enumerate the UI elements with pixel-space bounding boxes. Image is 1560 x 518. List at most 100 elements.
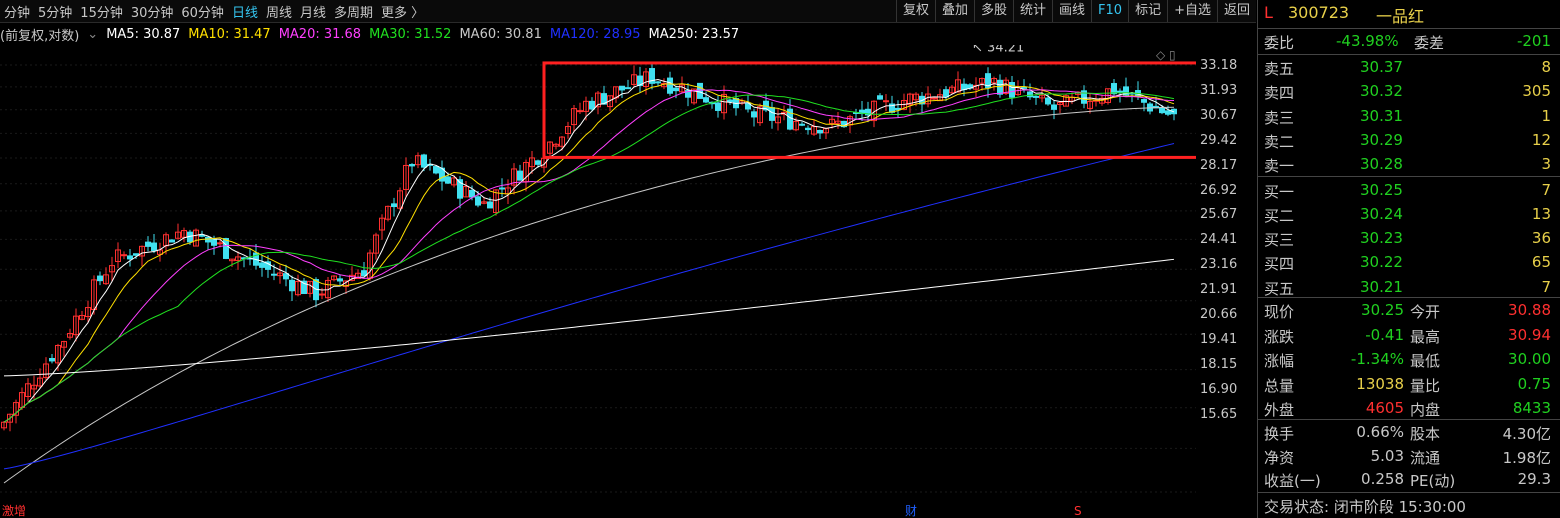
settings-icon: ◇ ▯	[1156, 48, 1176, 62]
tool-button[interactable]: F10	[1091, 0, 1128, 22]
candle-body	[1141, 99, 1147, 103]
ma120-line	[3, 142, 1175, 470]
candle-body	[145, 241, 151, 247]
candle-body	[619, 85, 625, 91]
bid-row[interactable]: 买五 30.21 7	[1258, 276, 1560, 299]
candle-body	[1159, 106, 1165, 114]
tool-button[interactable]: 叠加	[934, 0, 974, 22]
period-tab[interactable]: 60分钟	[177, 2, 228, 21]
level-volume: 305	[1522, 82, 1551, 101]
weibi-label: 委比	[1264, 34, 1295, 52]
period-tab[interactable]: 周线	[262, 2, 296, 21]
period-tab[interactable]: 分钟	[0, 2, 34, 21]
level-price: 30.32	[1360, 82, 1403, 101]
candle-body	[997, 79, 1003, 95]
adjust-mode-label[interactable]: (前复权,对数)	[0, 25, 79, 44]
level-label: 卖一	[1264, 157, 1295, 176]
price-tick-label: 28.17	[1200, 157, 1238, 173]
stock-name: 一品红	[1376, 7, 1425, 26]
period-tab[interactable]: 月线	[296, 2, 330, 21]
tool-button[interactable]: 复权	[895, 0, 935, 22]
candle-body	[877, 95, 883, 100]
stat-value: 5.03	[1370, 446, 1404, 465]
candle-body	[337, 278, 343, 282]
kline-chart[interactable]: ↖ 34.21 激增 财 S ◇ ▯	[0, 45, 1196, 518]
level-volume: 12	[1531, 130, 1551, 149]
stat-label: 量比	[1410, 376, 1441, 395]
tool-button[interactable]: 标记	[1128, 0, 1167, 22]
period-tab[interactable]: 日线	[228, 2, 262, 21]
tool-button[interactable]: 画线	[1052, 0, 1091, 22]
bid-row[interactable]: 买二 30.24 13	[1258, 203, 1560, 226]
ma-legend-item: MA120: 28.95	[549, 26, 641, 42]
period-tab[interactable]: 更多 〉	[377, 2, 428, 21]
candle-body	[667, 77, 673, 94]
level-label: 卖四	[1264, 84, 1295, 103]
stock-code: 300723	[1288, 3, 1350, 22]
stat-row: 换手 0.66% 股本 4.30亿	[1258, 421, 1560, 444]
candle-body	[169, 239, 175, 243]
level-volume: 3	[1541, 155, 1551, 174]
period-tab[interactable]: 5分钟	[34, 2, 76, 21]
ma60-line	[3, 106, 1175, 484]
candle-body	[217, 242, 223, 245]
level-label: 买三	[1264, 231, 1295, 250]
bid-row[interactable]: 买一 30.25 7	[1258, 179, 1560, 202]
stat-value: -1.34%	[1350, 350, 1404, 368]
divider	[1258, 28, 1560, 29]
ask-row[interactable]: 卖五 30.37 8	[1258, 56, 1560, 79]
tool-button[interactable]: +自选	[1167, 0, 1217, 22]
level-label: 卖五	[1264, 60, 1295, 78]
level-volume: 1	[1541, 106, 1551, 125]
period-tab[interactable]: 多周期	[330, 2, 377, 21]
level-price: 30.23	[1360, 229, 1403, 248]
candle-body	[931, 97, 937, 100]
stat-label: PE(动)	[1410, 472, 1456, 490]
tool-button[interactable]: 返回	[1216, 0, 1256, 22]
price-tick-label: 21.91	[1200, 282, 1238, 298]
stat-label: 换手	[1264, 425, 1295, 443]
ma-legend-item: MA250: 23.57	[648, 26, 740, 42]
candle-body	[133, 253, 139, 256]
bid-row[interactable]: 买三 30.23 36	[1258, 227, 1560, 250]
divider	[1258, 419, 1560, 420]
ma-legend-item: MA20: 31.68	[278, 26, 362, 42]
candle-body	[289, 279, 295, 292]
level-price: 30.37	[1360, 58, 1403, 76]
price-tick-label: 15.65	[1200, 406, 1238, 422]
candle-body	[487, 201, 493, 209]
tool-buttons: 复权 叠加 多股 统计 画线 F10 标记 +自选 返回	[895, 0, 1256, 22]
candle-body	[409, 163, 415, 167]
stat-label: 最低	[1410, 352, 1441, 370]
dropdown-icon[interactable]: ⌄	[87, 27, 98, 42]
event-marker: 激增	[2, 504, 26, 518]
level-volume: 8	[1541, 58, 1551, 76]
ask-row[interactable]: 卖四 30.32 305	[1258, 80, 1560, 103]
period-tab[interactable]: 30分钟	[127, 2, 178, 21]
period-tab[interactable]: 15分钟	[76, 2, 127, 21]
ma-legend: (前复权,对数) ⌄ MA5: 30.87 MA10: 31.47 MA20: 31…	[0, 23, 747, 45]
weibi-value: -43.98%	[1336, 32, 1399, 50]
ask-row[interactable]: 卖二 30.29 12	[1258, 129, 1560, 152]
price-tick-label: 20.66	[1200, 307, 1238, 322]
bid-row[interactable]: 买四 30.22 65	[1258, 251, 1560, 274]
candle-body	[1117, 90, 1123, 93]
ask-row[interactable]: 卖一 30.28 3	[1258, 153, 1560, 176]
weicha-value: -201	[1516, 32, 1551, 50]
trade-status-text: 交易状态: 闭市阶段 15:30:00	[1264, 498, 1466, 516]
candle-body	[673, 87, 679, 92]
candle-body	[391, 203, 397, 208]
candle-body	[883, 100, 889, 103]
candle-body	[751, 111, 757, 118]
candle-body	[271, 273, 277, 276]
ma-legend-item: MA5: 30.87	[106, 26, 181, 42]
level-volume: 13	[1531, 204, 1551, 223]
price-tick-label: 16.90	[1200, 381, 1238, 397]
ask-row[interactable]: 卖三 30.31 1	[1258, 105, 1560, 128]
candle-body	[499, 187, 505, 190]
stat-value: 4605	[1365, 399, 1404, 417]
tool-button[interactable]: 统计	[1013, 0, 1052, 22]
stat-value: 30.25	[1361, 301, 1404, 319]
ma250-line	[3, 258, 1175, 377]
tool-button[interactable]: 多股	[973, 0, 1013, 22]
